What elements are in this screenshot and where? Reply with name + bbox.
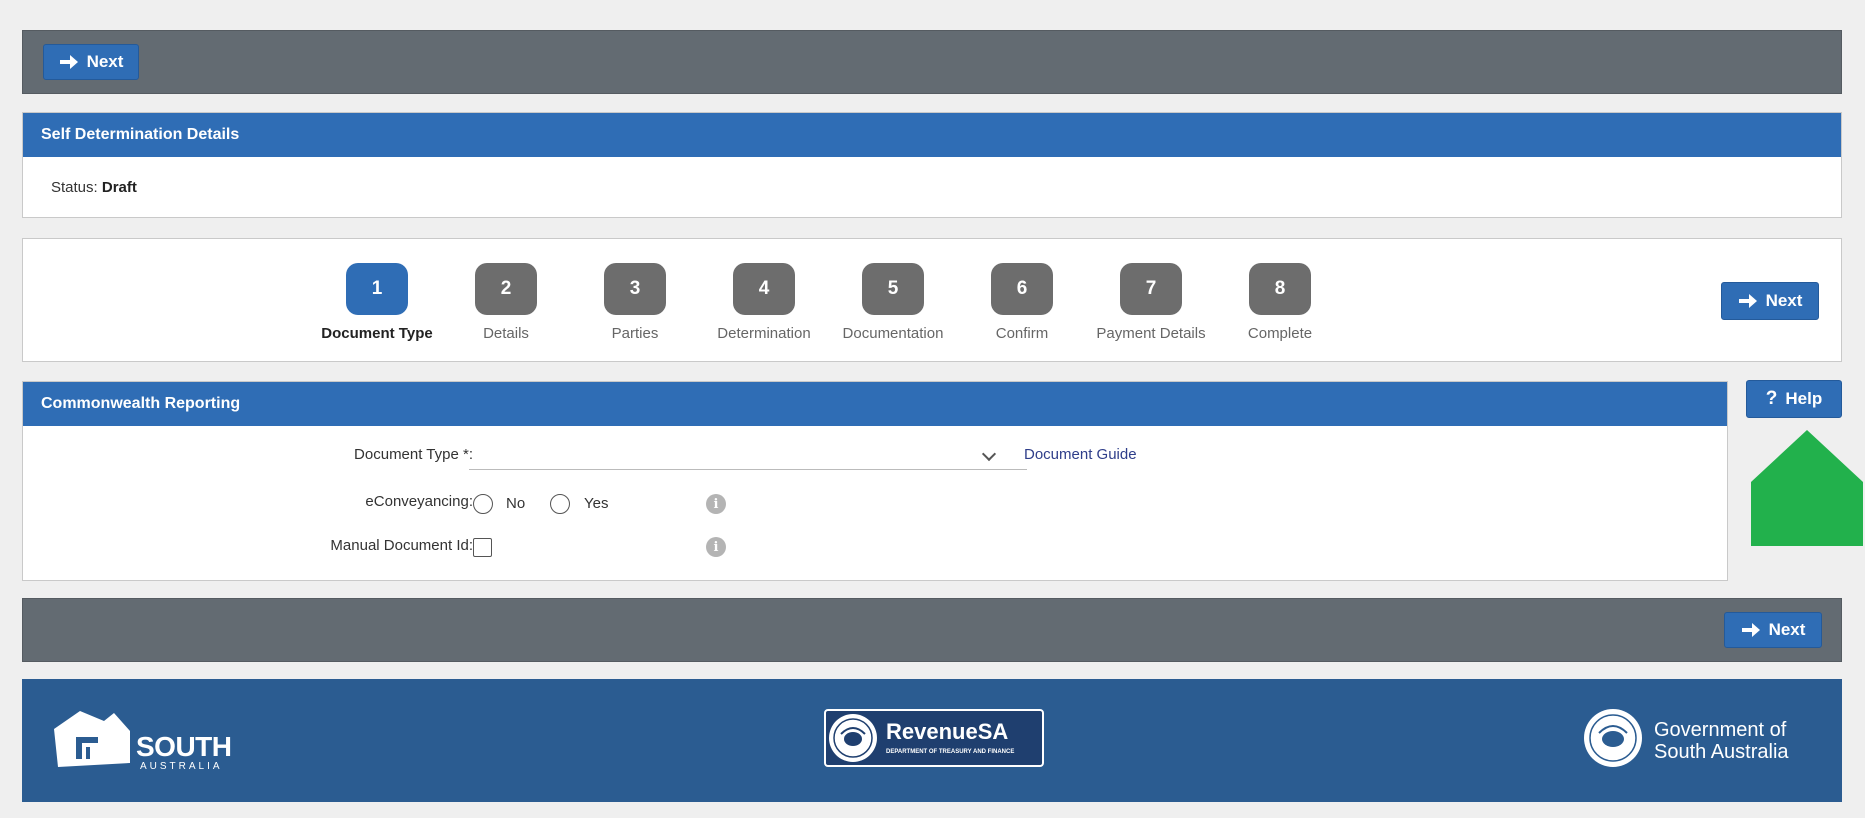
manual-document-id-label: Manual Document Id: (330, 537, 473, 554)
bottom-next-button[interactable]: Next (1724, 612, 1822, 648)
step-complete[interactable]: 8 Complete (1220, 263, 1340, 342)
step-confirm[interactable]: 6 Confirm (962, 263, 1082, 342)
annotation-up-arrow-icon (1751, 430, 1863, 546)
step-label: Determination (717, 325, 811, 342)
details-panel: Self Determination Details Status: Draft (22, 112, 1842, 218)
step-payment-details[interactable]: 7 Payment Details (1091, 263, 1211, 342)
manual-document-id-checkbox[interactable] (473, 538, 492, 557)
step-document-type[interactable]: 1 Document Type (317, 263, 437, 342)
question-mark-icon: ? (1765, 388, 1778, 409)
econveyancing-yes-radio[interactable] (550, 494, 570, 514)
step-number: 7 (1120, 263, 1182, 315)
document-type-label: Document Type *: (354, 446, 473, 463)
stepper-panel: 1 Document Type 2 Details 3 Parties 4 De… (22, 238, 1842, 362)
step-label: Parties (611, 325, 659, 342)
step-parties[interactable]: 3 Parties (575, 263, 695, 342)
document-guide-link[interactable]: Document Guide (1024, 446, 1137, 463)
step-documentation[interactable]: 5 Documentation (833, 263, 953, 342)
south-australia-line: South Australia (1654, 741, 1789, 763)
help-button[interactable]: ? Help (1746, 380, 1842, 418)
econveyancing-label: eConveyancing: (365, 493, 473, 510)
step-determination[interactable]: 4 Determination (704, 263, 824, 342)
details-panel-header: Self Determination Details (23, 113, 1841, 157)
footer: SOUTH AUSTRALIA RevenueSA DEPARTMENT OF … (22, 679, 1842, 802)
top-next-button[interactable]: Next (43, 44, 139, 80)
south-australia-wordmark: SOUTH (136, 731, 232, 762)
step-label: Complete (1247, 325, 1313, 342)
step-label: Confirm (995, 325, 1049, 342)
step-number: 4 (733, 263, 795, 315)
government-of-sa-text: Government of South Australia (1654, 719, 1789, 763)
step-label: Payment Details (1096, 325, 1206, 342)
info-icon[interactable]: i (706, 537, 726, 557)
info-icon[interactable]: i (706, 494, 726, 514)
revenuesa-logo[interactable]: RevenueSA DEPARTMENT OF TREASURY AND FIN… (824, 709, 1044, 767)
step-number: 6 (991, 263, 1053, 315)
south-australia-shape-icon (54, 711, 130, 767)
reporting-panel-header: Commonwealth Reporting (23, 382, 1727, 426)
document-type-select[interactable] (469, 438, 1027, 470)
stepper-next-button[interactable]: Next (1721, 282, 1819, 320)
stepper-next-label: Next (1765, 291, 1803, 310)
step-number: 1 (346, 263, 408, 315)
arrow-right-icon (1741, 623, 1760, 637)
status-line: Status: Draft (51, 179, 137, 196)
econveyancing-no-radio[interactable] (473, 494, 493, 514)
status-label: Status: (51, 179, 98, 196)
step-label: Document Type (321, 325, 433, 342)
arrow-right-icon (1738, 294, 1757, 308)
help-label: Help (1785, 389, 1823, 408)
details-panel-title: Self Determination Details (41, 126, 240, 143)
bottom-toolbar: Next (22, 598, 1842, 662)
step-number: 3 (604, 263, 666, 315)
econveyancing-yes-label: Yes (584, 495, 609, 512)
government-of-line: Government of (1654, 719, 1787, 741)
step-label: Documentation (842, 325, 944, 342)
step-number: 2 (475, 263, 537, 315)
revenuesa-wordmark: RevenueSA (886, 719, 1009, 744)
step-label: Details (483, 325, 529, 342)
step-number: 8 (1249, 263, 1311, 315)
south-australia-logo[interactable]: SOUTH AUSTRALIA (50, 707, 240, 773)
government-seal-icon (1584, 709, 1642, 767)
south-australia-subtext: AUSTRALIA (140, 761, 223, 772)
top-next-label: Next (86, 52, 124, 71)
government-seal-icon (829, 714, 877, 762)
revenuesa-subtext: DEPARTMENT OF TREASURY AND FINANCE (886, 749, 1015, 755)
step-number: 5 (862, 263, 924, 315)
top-toolbar: Next (22, 30, 1842, 94)
reporting-panel: Commonwealth Reporting Document Type *: … (22, 381, 1728, 581)
arrow-right-icon (59, 55, 78, 69)
step-details[interactable]: 2 Details (446, 263, 566, 342)
government-of-sa-logo[interactable]: Government of South Australia (1582, 707, 1832, 773)
reporting-panel-title: Commonwealth Reporting (41, 395, 241, 412)
bottom-next-label: Next (1768, 620, 1806, 639)
econveyancing-no-label: No (506, 495, 526, 512)
status-value: Draft (101, 179, 137, 196)
